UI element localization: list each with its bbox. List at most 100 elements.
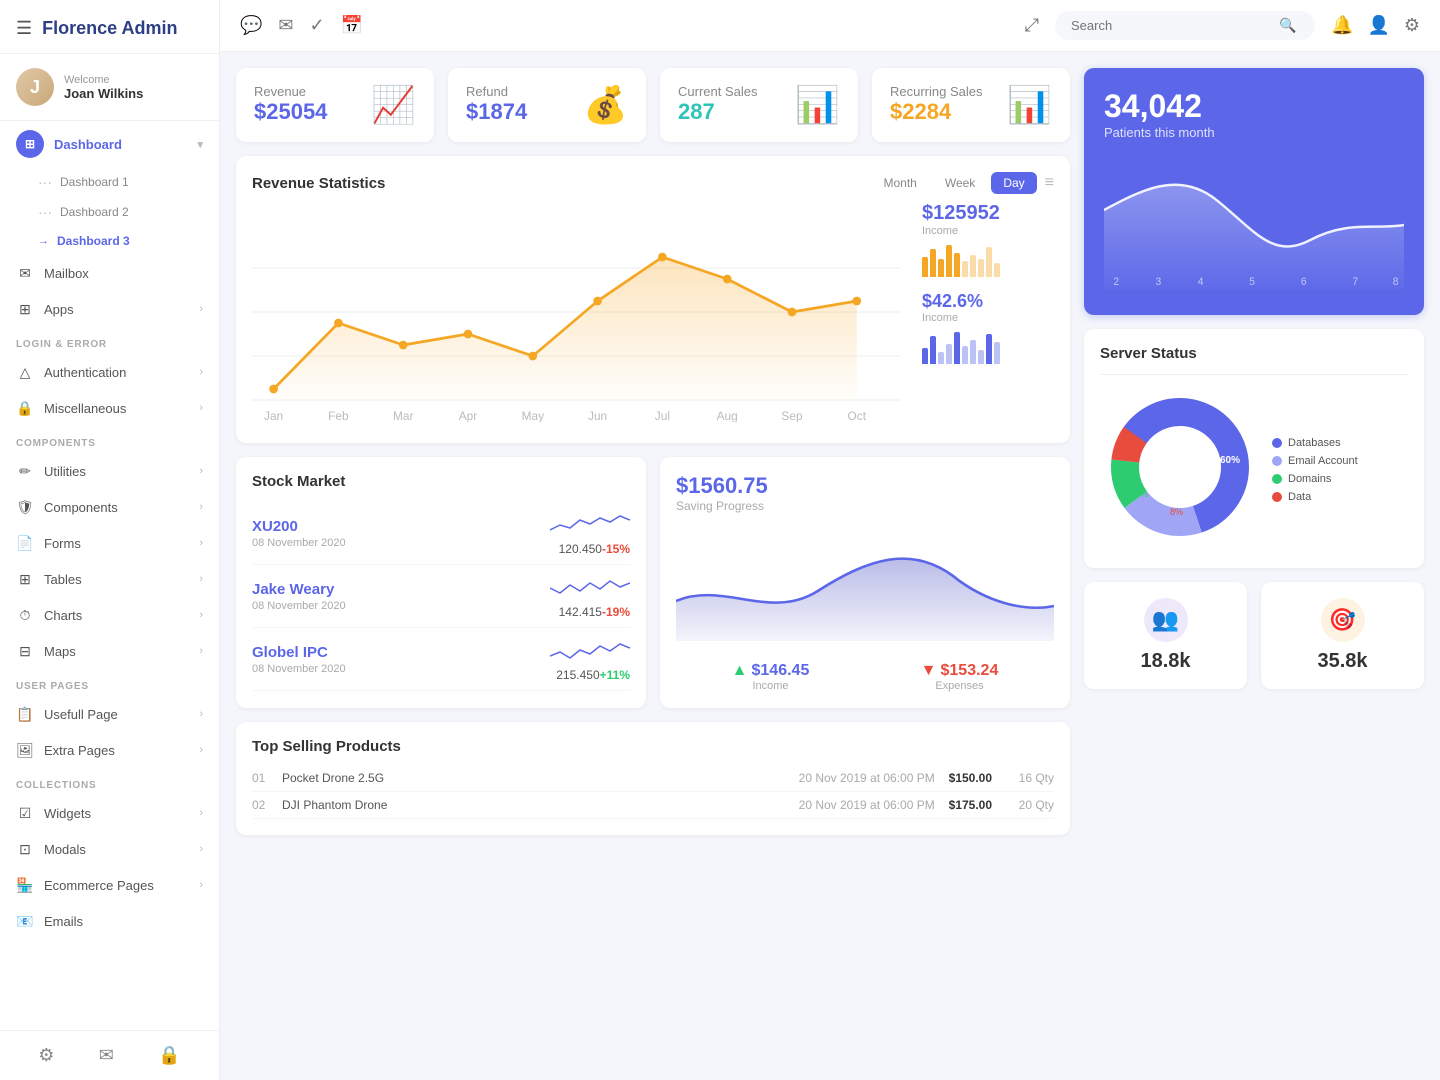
sidebar-item-emails[interactable]: 📧 Emails <box>0 903 219 939</box>
sidebar-item-dashboard3[interactable]: → Dashboard 3 <box>0 227 219 255</box>
row-price-1: $175.00 <box>949 798 1009 812</box>
row-qty-1: 20 Qty <box>1019 798 1054 812</box>
revenue-chart-area: Jan Feb Mar Apr May Jun Jul Aug Sep Oct <box>252 202 1054 427</box>
svg-text:6: 6 <box>1301 276 1307 288</box>
chat-icon[interactable]: 💬 <box>240 15 262 36</box>
svg-text:May: May <box>522 409 544 422</box>
sidebar-item-apps[interactable]: ⊞ Apps › <box>0 291 219 327</box>
row-qty-0: 16 Qty <box>1019 771 1054 785</box>
card-revenue-label: Revenue <box>254 84 327 99</box>
patients-label: Patients this month <box>1104 125 1404 140</box>
server-card: Server Status <box>1084 329 1424 568</box>
mail-footer-icon[interactable]: ✉ <box>99 1045 114 1066</box>
dashboard-arrow: ▾ <box>197 138 203 151</box>
sidebar-item-dashboard1[interactable]: ··· Dashboard 1 <box>0 167 219 197</box>
content-right: 34,042 Patients this month 2 3 4 <box>1084 68 1424 1064</box>
income2-value: $42.6% <box>922 291 1054 312</box>
svg-text:5: 5 <box>1249 276 1255 288</box>
income2-mini-bars <box>922 328 1054 364</box>
gear-icon[interactable]: ⚙ <box>1404 15 1420 36</box>
svg-text:12%: 12% <box>1130 489 1148 499</box>
mini-stat-icon-0: 👥 <box>1144 598 1188 642</box>
charts-icon: ⏱ <box>16 606 34 624</box>
hamburger-icon[interactable]: ☰ <box>16 18 32 39</box>
stock-title: Stock Market <box>252 473 630 490</box>
card-refund-value: $1874 <box>466 99 527 125</box>
sidebar-item-tables[interactable]: ⊞ Tables › <box>0 561 219 597</box>
sidebar-item-miscellaneous[interactable]: 🔒 Miscellaneous › <box>0 390 219 426</box>
mini-stat-val-1: 35.8k <box>1317 650 1367 673</box>
svg-text:3: 3 <box>1156 276 1162 288</box>
sidebar-item-dashboard[interactable]: ⊞ Dashboard ▾ <box>0 121 219 167</box>
widgets-icon: ☑ <box>16 804 34 822</box>
sidebar-item-dashboard2[interactable]: ··· Dashboard 2 <box>0 197 219 227</box>
legend-dot-databases <box>1272 438 1282 448</box>
tab-day[interactable]: Day <box>991 172 1036 194</box>
sidebar-item-extra[interactable]: 🖼 Extra Pages › <box>0 732 219 768</box>
legend-data: Data <box>1272 491 1358 503</box>
income-stat-1: $125952 Income <box>922 202 1054 277</box>
revenue-menu-icon[interactable]: ≡ <box>1045 174 1054 192</box>
tab-week[interactable]: Week <box>933 172 987 194</box>
calendar-icon[interactable]: 📅 <box>341 15 363 36</box>
expand-icon[interactable]: ⤢ <box>1025 15 1039 36</box>
row-date-0: 20 Nov 2019 at 06:00 PM <box>799 771 939 785</box>
mail-icon[interactable]: ✉ <box>278 15 293 36</box>
legend-dot-domains <box>1272 474 1282 484</box>
utilities-icon: ✏ <box>16 462 34 480</box>
extra-icon: 🖼 <box>16 741 34 759</box>
components-icon: 🛡 <box>16 498 34 516</box>
username: Joan Wilkins <box>64 86 143 101</box>
sidebar-item-components[interactable]: 🛡 Components › <box>0 489 219 525</box>
notifications-icon[interactable]: 🔔 <box>1331 15 1353 36</box>
stock-item-2: Globel IPC 08 November 2020 215.450+11% <box>252 628 630 691</box>
check-icon[interactable]: ✓ <box>310 15 325 36</box>
sidebar-item-widgets[interactable]: ☑ Widgets › <box>0 795 219 831</box>
ecommerce-icon: 🏪 <box>16 876 34 894</box>
sidebar-item-charts[interactable]: ⏱ Charts › <box>0 597 219 633</box>
bottom-row: Stock Market XU200 08 November 2020 120.… <box>236 457 1070 708</box>
sidebar-item-mailbox[interactable]: ✉ Mailbox <box>0 255 219 291</box>
tab-month[interactable]: Month <box>871 172 928 194</box>
app-title: Florence Admin <box>42 18 177 39</box>
avatar: J <box>16 68 54 106</box>
sidebar-item-utilities[interactable]: ✏ Utilities › <box>0 453 219 489</box>
sidebar-item-usefull[interactable]: 📋 Usefull Page › <box>0 696 219 732</box>
topbar-nav-icons: 💬 ✉ ✓ 📅 <box>240 15 1009 36</box>
user-info: Welcome Joan Wilkins <box>64 74 143 101</box>
sidebar-item-forms[interactable]: 📄 Forms › <box>0 525 219 561</box>
sidebar-item-authentication[interactable]: △ Authentication › <box>0 354 219 390</box>
welcome-label: Welcome <box>64 74 143 86</box>
svg-text:Aug: Aug <box>717 409 738 422</box>
usefull-icon: 📋 <box>16 705 34 723</box>
patients-number: 34,042 <box>1104 88 1404 125</box>
sidebar-item-maps[interactable]: ⊟ Maps › <box>0 633 219 669</box>
card-refund-label: Refund <box>466 84 527 99</box>
stock-date-2: 08 November 2020 <box>252 663 346 675</box>
topbar: 💬 ✉ ✓ 📅 ⤢ 🔍 🔔 👤 ⚙ <box>220 0 1440 52</box>
donut-legend: Databases Email Account Domains Dat <box>1272 437 1358 503</box>
search-input[interactable] <box>1071 18 1271 33</box>
section-collections: COLLECTIONS <box>0 768 219 795</box>
lock-footer-icon[interactable]: 🔒 <box>158 1045 180 1066</box>
maps-icon: ⊟ <box>16 642 34 660</box>
tables-icon: ⊞ <box>16 570 34 588</box>
legend-domains: Domains <box>1272 473 1358 485</box>
sidebar-item-ecommerce[interactable]: 🏪 Ecommerce Pages › <box>0 867 219 903</box>
stock-price-0: 120.450-15% <box>559 542 630 556</box>
sidebar-item-modals[interactable]: ⊡ Modals › <box>0 831 219 867</box>
section-login-error: LOGIN & ERROR <box>0 327 219 354</box>
section-components: COMPONENTS <box>0 426 219 453</box>
settings-footer-icon[interactable]: ⚙ <box>38 1045 54 1066</box>
user-icon[interactable]: 👤 <box>1367 15 1389 36</box>
legend-databases: Databases <box>1272 437 1358 449</box>
saving-expense-val: ▼ $153.24 <box>921 662 999 680</box>
svg-text:Sep: Sep <box>781 409 802 422</box>
card-revenue-value: $25054 <box>254 99 327 125</box>
two-stat-row: 👥 18.8k 🎯 35.8k <box>1084 582 1424 689</box>
stock-name-2: Globel IPC <box>252 644 346 661</box>
legend-dot-data <box>1272 492 1282 502</box>
saving-expense-label: Expenses <box>935 680 983 692</box>
revenue-side-stats: $125952 Income <box>914 202 1054 427</box>
revenue-title: Revenue Statistics <box>252 175 385 192</box>
